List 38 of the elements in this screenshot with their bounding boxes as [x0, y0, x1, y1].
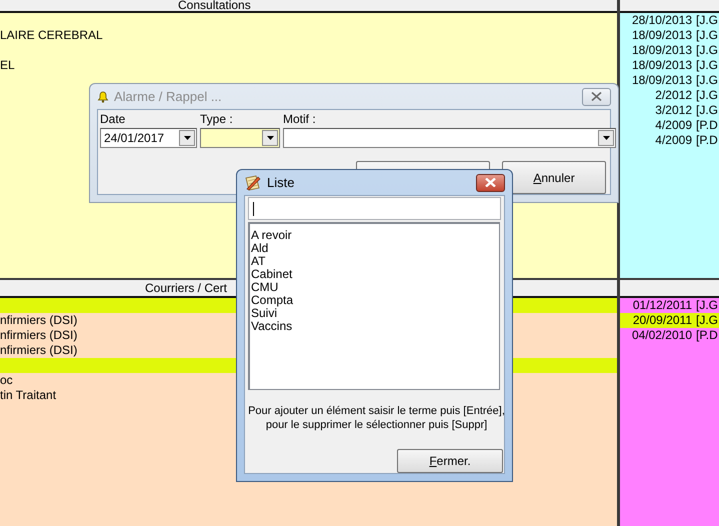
date-cell: 20/09/2011	[632, 313, 692, 327]
date-cell: 3/2012	[655, 103, 692, 117]
author-cell-text: [J.G	[695, 43, 718, 58]
author-cell-text: [J.G	[695, 298, 718, 313]
date-cell: 18/09/2013	[632, 28, 692, 42]
date-cell: 18/09/2013	[632, 58, 692, 72]
field-label: Type :	[200, 112, 234, 128]
author-cell-text: [J.G	[695, 313, 718, 328]
row-text: nfirmiers (DSI)	[0, 313, 78, 328]
author-cell-text: [J.G	[695, 28, 718, 43]
author-cell-text: [P.D	[695, 328, 718, 343]
row-text: EL	[0, 58, 15, 73]
date-cell: 28/10/2013	[632, 13, 692, 27]
row-text: LAIRE CEREBRAL	[0, 28, 103, 43]
date-cell: 4/2009	[655, 118, 692, 132]
author-cell-text: [J.G	[695, 58, 718, 73]
row-text: tin Traitant	[0, 388, 56, 403]
date-cell: 4/2009	[655, 133, 692, 147]
field-label: Date	[100, 112, 126, 128]
author-cell-text: [J.G	[695, 13, 718, 28]
author-cell-text: [J.G	[695, 73, 718, 88]
field-label: Motif :	[283, 112, 317, 128]
author-cell-text: [P.D	[695, 133, 718, 148]
date-cell: 04/02/2010	[632, 328, 692, 342]
window-title: Alarme / Rappel ...	[114, 89, 223, 104]
row-text: nfirmiers (DSI)	[0, 343, 78, 358]
help-text: Pour ajouter un élément saisir le terme puis [Entrée], pour le supprimer le sélectionner puis [Suppr]	[247, 404, 506, 432]
author-cell-text: [J.G	[695, 103, 718, 118]
row-text: oc	[0, 373, 13, 388]
date-cell: 18/09/2013	[632, 43, 692, 57]
date-cell: 01/12/2011	[632, 298, 692, 312]
window-title: Liste	[267, 175, 296, 190]
date-cell: 2/2012	[655, 88, 692, 102]
author-cell-text: [P.D	[695, 118, 718, 133]
row-text: nfirmiers (DSI)	[0, 328, 78, 343]
pane-header: Consultations	[0, 0, 617, 13]
author-cell-text: [J.G	[695, 88, 718, 103]
date-cell: 18/09/2013	[632, 73, 692, 87]
